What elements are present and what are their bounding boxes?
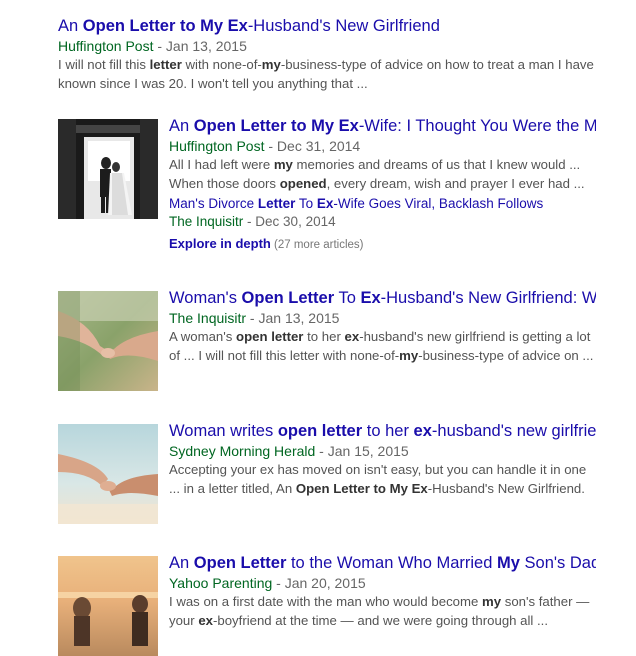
beach-hands-photo — [58, 424, 158, 524]
text-segment: -husband's new girlfriend — [431, 422, 596, 440]
result-snippet: A woman's open letter to her ex-husband'… — [169, 327, 596, 365]
highlighted-term: my — [399, 348, 419, 363]
result-snippet: All I had left were my memories and drea… — [169, 155, 596, 193]
result-title-link[interactable]: Woman writes open letter to her ex-husba… — [169, 421, 596, 442]
result-snippet: I will not fill this letter with none-of… — [58, 55, 596, 93]
text-segment: An — [58, 17, 83, 35]
text-segment: -boyfriend at the time — and we were goi… — [213, 613, 548, 628]
highlighted-term: ex — [198, 613, 213, 628]
explore-in-depth: Explore in depth (27 more articles) — [169, 234, 596, 255]
highlighted-term: opened — [279, 176, 327, 191]
text-segment: -Wife Goes Viral, Backlash Follows — [333, 196, 544, 211]
text-segment: Woman writes — [169, 422, 278, 440]
highlighted-term: my — [482, 594, 502, 609]
highlighted-term: Ex — [360, 289, 381, 307]
text-segment: to her — [303, 329, 345, 344]
text-segment: Woman's — [169, 289, 242, 307]
highlighted-term: open letter — [236, 329, 304, 344]
highlighted-term: my — [273, 157, 293, 172]
result-snippet: Accepting your ex has moved on isn't eas… — [169, 460, 596, 498]
result-thumbnail[interactable] — [58, 424, 158, 524]
related-article-link[interactable]: Man's Divorce Letter To Ex-Wife Goes Vir… — [169, 195, 596, 213]
result-source: The Inquisitr - Jan 13, 2015 — [169, 310, 340, 326]
highlighted-term: Open Letter to My Ex — [193, 117, 359, 135]
text-segment: Man's Divorce — [169, 196, 258, 211]
highlighted-term: Open Letter — [193, 554, 287, 572]
beach-children-photo — [58, 556, 158, 656]
text-segment: -business-type of advice on ... — [418, 348, 594, 363]
text-segment: , every dream, wish and prayer I ever ha… — [326, 176, 585, 191]
result-title-link[interactable]: Woman's Open Letter To Ex-Husband's New … — [169, 288, 596, 309]
result-thumbnail[interactable] — [58, 291, 158, 391]
highlighted-term: letter — [149, 57, 182, 72]
text-segment: -Husband's New Girlfriend — [247, 17, 440, 35]
text-segment: An — [169, 117, 194, 135]
result-title-link[interactable]: An Open Letter to My Ex-Husband's New Gi… — [58, 16, 596, 37]
text-segment: To — [334, 289, 361, 307]
text-segment: -Husband's New Girlfriend: W... — [380, 289, 596, 307]
explore-in-depth-link[interactable]: Explore in depth — [169, 236, 271, 251]
highlighted-term: ex — [344, 329, 360, 344]
result-source: Yahoo Parenting - Jan 20, 2015 — [169, 575, 366, 591]
result-thumbnail[interactable] — [58, 556, 158, 656]
highlighted-term: Open Letter to My Ex — [82, 17, 248, 35]
highlighted-term: ex — [413, 422, 432, 440]
result-thumbnail[interactable] — [58, 119, 158, 219]
text-segment: To — [295, 196, 317, 211]
holding-hands-photo — [58, 291, 158, 391]
highlighted-term: Open Letter to My Ex — [295, 481, 428, 496]
result-snippet: I was on a first date with the man who w… — [169, 592, 596, 630]
text-segment: to the Woman Who Married — [286, 554, 497, 572]
text-segment: to her — [362, 422, 414, 440]
related-article-source: The Inquisitr - Dec 30, 2014 — [169, 214, 336, 229]
wedding-doorway-photo — [58, 119, 158, 219]
text-segment: -Wife: I Thought You Were the M... — [358, 117, 596, 135]
text-segment: with none-of- — [181, 57, 262, 72]
text-segment: All I had left were — [169, 157, 274, 172]
result-source: Huffington Post - Dec 31, 2014 — [169, 138, 361, 154]
text-segment: A woman's — [169, 329, 237, 344]
highlighted-term: Open Letter — [241, 289, 335, 307]
result-source: Huffington Post - Jan 13, 2015 — [58, 38, 247, 54]
result-title-link[interactable]: An Open Letter to My Ex-Wife: I Thought … — [169, 116, 596, 137]
highlighted-term: my — [261, 57, 281, 72]
result-source: Sydney Morning Herald - Jan 15, 2015 — [169, 443, 409, 459]
highlighted-term: Ex — [316, 196, 334, 211]
result-title-link[interactable]: An Open Letter to the Woman Who Married … — [169, 553, 596, 574]
text-segment: I was on a first date with the man who w… — [169, 594, 482, 609]
explore-count: (27 more articles) — [270, 239, 364, 251]
highlighted-term: open letter — [277, 422, 363, 440]
text-segment: An — [169, 554, 194, 572]
text-segment: Son's Dad — [519, 554, 597, 572]
highlighted-term: Letter — [257, 196, 296, 211]
text-segment: I will not fill this — [58, 57, 150, 72]
text-segment: -Husband's New Girlfriend. — [427, 481, 585, 496]
highlighted-term: My — [497, 554, 520, 572]
